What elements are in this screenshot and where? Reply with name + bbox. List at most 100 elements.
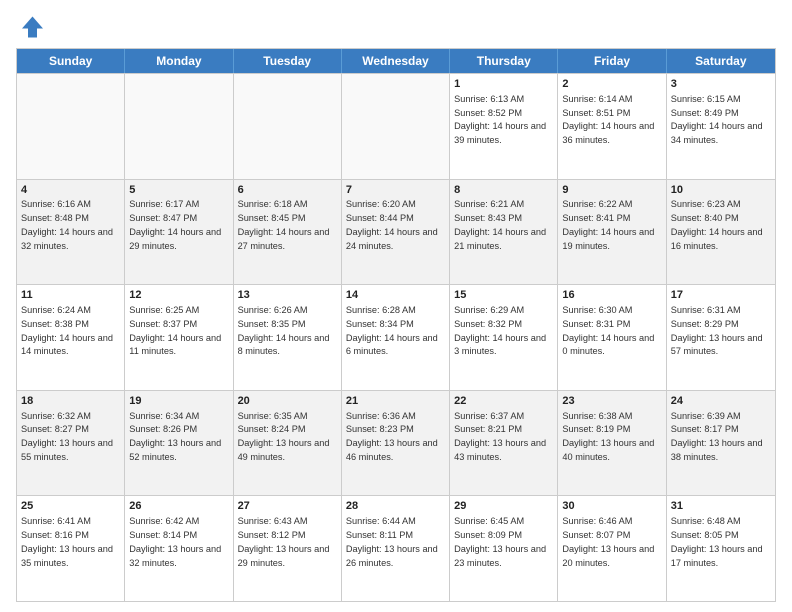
day-number: 24 <box>671 394 771 409</box>
day-number: 3 <box>671 77 771 92</box>
calendar-cell: 21 Sunrise: 6:36 AM Sunset: 8:23 PM Dayli… <box>342 391 450 496</box>
calendar-cell <box>342 74 450 179</box>
calendar-row: 18 Sunrise: 6:32 AM Sunset: 8:27 PM Dayli… <box>17 390 775 496</box>
day-number: 14 <box>346 288 445 303</box>
day-number: 8 <box>454 183 553 198</box>
day-number: 21 <box>346 394 445 409</box>
calendar-cell: 24 Sunrise: 6:39 AM Sunset: 8:17 PM Dayli… <box>667 391 775 496</box>
day-number: 2 <box>562 77 661 92</box>
calendar-cell <box>125 74 233 179</box>
day-number: 31 <box>671 499 771 514</box>
cell-daylight-text: Sunrise: 6:18 AM Sunset: 8:45 PM Dayligh… <box>238 199 330 250</box>
day-number: 5 <box>129 183 228 198</box>
cell-daylight-text: Sunrise: 6:22 AM Sunset: 8:41 PM Dayligh… <box>562 199 654 250</box>
calendar-cell: 17 Sunrise: 6:31 AM Sunset: 8:29 PM Dayli… <box>667 285 775 390</box>
cell-daylight-text: Sunrise: 6:16 AM Sunset: 8:48 PM Dayligh… <box>21 199 113 250</box>
cell-daylight-text: Sunrise: 6:23 AM Sunset: 8:40 PM Dayligh… <box>671 199 763 250</box>
day-number: 11 <box>21 288 120 303</box>
page: SundayMondayTuesdayWednesdayThursdayFrid… <box>0 0 792 612</box>
calendar-cell: 11Sunrise: 6:24 AM Sunset: 8:38 PM Dayli… <box>17 285 125 390</box>
calendar-row: 25Sunrise: 6:41 AM Sunset: 8:16 PM Dayli… <box>17 495 775 601</box>
calendar-cell: 14 Sunrise: 6:28 AM Sunset: 8:34 PM Dayli… <box>342 285 450 390</box>
calendar-row: 4Sunrise: 6:16 AM Sunset: 8:48 PM Daylig… <box>17 179 775 285</box>
calendar-cell: 30Sunrise: 6:46 AM Sunset: 8:07 PM Dayli… <box>558 496 666 601</box>
calendar-cell: 10Sunrise: 6:23 AM Sunset: 8:40 PM Dayli… <box>667 180 775 285</box>
day-number: 9 <box>562 183 661 198</box>
calendar-cell: 23 Sunrise: 6:38 AM Sunset: 8:19 PM Dayli… <box>558 391 666 496</box>
cell-daylight-text: Sunrise: 6:36 AM Sunset: 8:23 PM Dayligh… <box>346 411 438 462</box>
cell-daylight-text: Sunrise: 6:44 AM Sunset: 8:11 PM Dayligh… <box>346 516 438 567</box>
calendar-cell: 28 Sunrise: 6:44 AM Sunset: 8:11 PM Dayli… <box>342 496 450 601</box>
calendar-cell: 15Sunrise: 6:29 AM Sunset: 8:32 PM Dayli… <box>450 285 558 390</box>
day-number: 25 <box>21 499 120 514</box>
cell-daylight-text: Sunrise: 6:31 AM Sunset: 8:29 PM Dayligh… <box>671 305 763 356</box>
calendar-cell: 12Sunrise: 6:25 AM Sunset: 8:37 PM Dayli… <box>125 285 233 390</box>
cell-daylight-text: Sunrise: 6:43 AM Sunset: 8:12 PM Dayligh… <box>238 516 330 567</box>
day-number: 23 <box>562 394 661 409</box>
calendar-cell: 31 Sunrise: 6:48 AM Sunset: 8:05 PM Dayli… <box>667 496 775 601</box>
calendar-row: 1 Sunrise: 6:13 AM Sunset: 8:52 PM Daylig… <box>17 73 775 179</box>
cal-header-cell: Thursday <box>450 49 558 73</box>
calendar-cell: 1 Sunrise: 6:13 AM Sunset: 8:52 PM Daylig… <box>450 74 558 179</box>
day-number: 19 <box>129 394 228 409</box>
calendar: SundayMondayTuesdayWednesdayThursdayFrid… <box>16 48 776 602</box>
calendar-cell <box>17 74 125 179</box>
logo <box>16 12 50 42</box>
day-number: 16 <box>562 288 661 303</box>
calendar-cell: 18 Sunrise: 6:32 AM Sunset: 8:27 PM Dayli… <box>17 391 125 496</box>
cell-daylight-text: Sunrise: 6:45 AM Sunset: 8:09 PM Dayligh… <box>454 516 546 567</box>
cell-daylight-text: Sunrise: 6:32 AM Sunset: 8:27 PM Dayligh… <box>21 411 113 462</box>
calendar-cell: 9Sunrise: 6:22 AM Sunset: 8:41 PM Daylig… <box>558 180 666 285</box>
day-number: 13 <box>238 288 337 303</box>
calendar-cell: 19 Sunrise: 6:34 AM Sunset: 8:26 PM Dayli… <box>125 391 233 496</box>
calendar-cell: 13 Sunrise: 6:26 AM Sunset: 8:35 PM Dayli… <box>234 285 342 390</box>
day-number: 20 <box>238 394 337 409</box>
day-number: 18 <box>21 394 120 409</box>
calendar-body: 1 Sunrise: 6:13 AM Sunset: 8:52 PM Daylig… <box>17 73 775 601</box>
day-number: 30 <box>562 499 661 514</box>
calendar-cell: 20 Sunrise: 6:35 AM Sunset: 8:24 PM Dayli… <box>234 391 342 496</box>
day-number: 6 <box>238 183 337 198</box>
day-number: 28 <box>346 499 445 514</box>
cell-daylight-text: Sunrise: 6:34 AM Sunset: 8:26 PM Dayligh… <box>129 411 221 462</box>
calendar-cell <box>234 74 342 179</box>
day-number: 7 <box>346 183 445 198</box>
day-number: 1 <box>454 77 553 92</box>
cal-header-cell: Sunday <box>17 49 125 73</box>
calendar-cell: 29 Sunrise: 6:45 AM Sunset: 8:09 PM Dayli… <box>450 496 558 601</box>
cell-daylight-text: Sunrise: 6:26 AM Sunset: 8:35 PM Dayligh… <box>238 305 330 356</box>
calendar-cell: 3 Sunrise: 6:15 AM Sunset: 8:49 PM Daylig… <box>667 74 775 179</box>
cal-header-cell: Wednesday <box>342 49 450 73</box>
cell-daylight-text: Sunrise: 6:29 AM Sunset: 8:32 PM Dayligh… <box>454 305 546 356</box>
day-number: 4 <box>21 183 120 198</box>
cell-daylight-text: Sunrise: 6:20 AM Sunset: 8:44 PM Dayligh… <box>346 199 438 250</box>
calendar-cell: 7Sunrise: 6:20 AM Sunset: 8:44 PM Daylig… <box>342 180 450 285</box>
cell-daylight-text: Sunrise: 6:35 AM Sunset: 8:24 PM Dayligh… <box>238 411 330 462</box>
calendar-row: 11Sunrise: 6:24 AM Sunset: 8:38 PM Dayli… <box>17 284 775 390</box>
cell-daylight-text: Sunrise: 6:48 AM Sunset: 8:05 PM Dayligh… <box>671 516 763 567</box>
cal-header-cell: Friday <box>558 49 666 73</box>
cell-daylight-text: Sunrise: 6:17 AM Sunset: 8:47 PM Dayligh… <box>129 199 221 250</box>
calendar-cell: 2Sunrise: 6:14 AM Sunset: 8:51 PM Daylig… <box>558 74 666 179</box>
cell-daylight-text: Sunrise: 6:13 AM Sunset: 8:52 PM Dayligh… <box>454 94 546 145</box>
cal-header-cell: Monday <box>125 49 233 73</box>
day-number: 17 <box>671 288 771 303</box>
calendar-cell: 27 Sunrise: 6:43 AM Sunset: 8:12 PM Dayli… <box>234 496 342 601</box>
cell-daylight-text: Sunrise: 6:28 AM Sunset: 8:34 PM Dayligh… <box>346 305 438 356</box>
calendar-header-row: SundayMondayTuesdayWednesdayThursdayFrid… <box>17 49 775 73</box>
cell-daylight-text: Sunrise: 6:37 AM Sunset: 8:21 PM Dayligh… <box>454 411 546 462</box>
cell-daylight-text: Sunrise: 6:21 AM Sunset: 8:43 PM Dayligh… <box>454 199 546 250</box>
day-number: 22 <box>454 394 553 409</box>
cell-daylight-text: Sunrise: 6:42 AM Sunset: 8:14 PM Dayligh… <box>129 516 221 567</box>
day-number: 27 <box>238 499 337 514</box>
header <box>16 12 776 42</box>
cell-daylight-text: Sunrise: 6:30 AM Sunset: 8:31 PM Dayligh… <box>562 305 654 356</box>
cell-daylight-text: Sunrise: 6:15 AM Sunset: 8:49 PM Dayligh… <box>671 94 763 145</box>
day-number: 12 <box>129 288 228 303</box>
calendar-cell: 16 Sunrise: 6:30 AM Sunset: 8:31 PM Dayli… <box>558 285 666 390</box>
day-number: 26 <box>129 499 228 514</box>
cell-daylight-text: Sunrise: 6:39 AM Sunset: 8:17 PM Dayligh… <box>671 411 763 462</box>
day-number: 29 <box>454 499 553 514</box>
cell-daylight-text: Sunrise: 6:38 AM Sunset: 8:19 PM Dayligh… <box>562 411 654 462</box>
calendar-cell: 22 Sunrise: 6:37 AM Sunset: 8:21 PM Dayli… <box>450 391 558 496</box>
